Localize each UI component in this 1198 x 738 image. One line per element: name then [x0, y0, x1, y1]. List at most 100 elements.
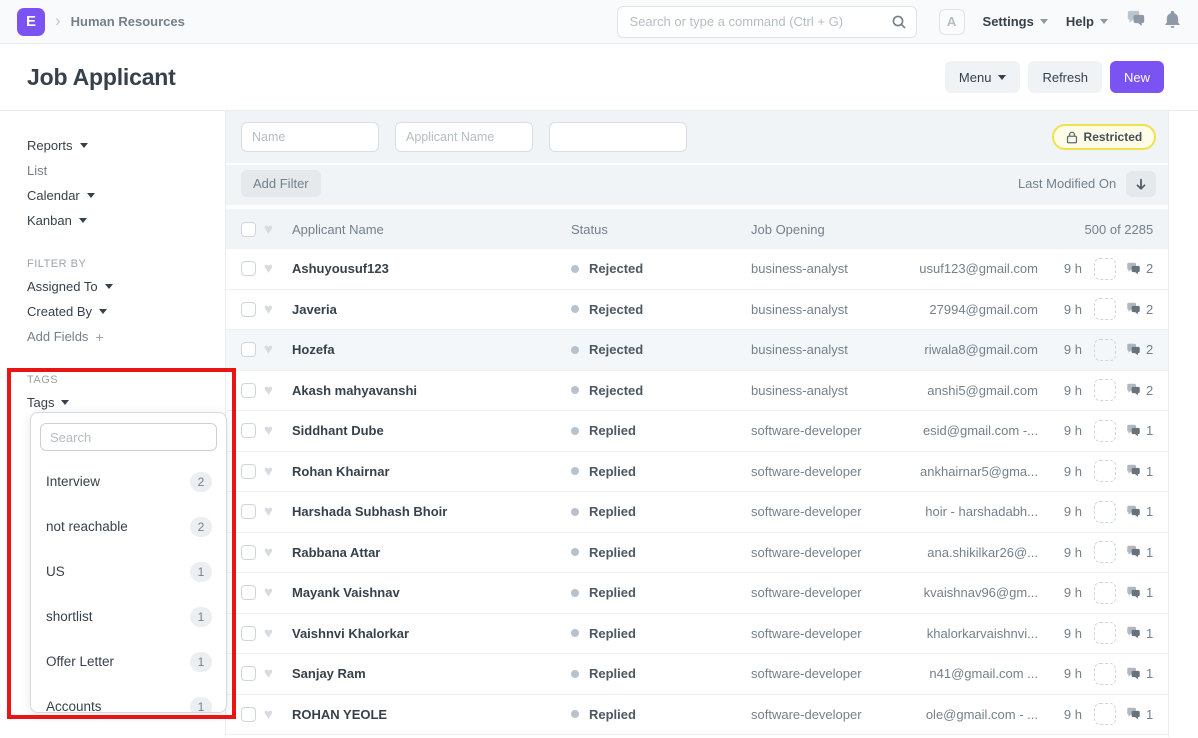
sidebar-view-list[interactable]: List [27, 158, 225, 183]
row-checkbox[interactable] [241, 302, 256, 317]
add-filter-button[interactable]: Add Filter [241, 170, 321, 197]
assignee-placeholder[interactable] [1094, 339, 1116, 361]
assignee-placeholder[interactable] [1094, 582, 1116, 604]
assignee-placeholder[interactable] [1094, 460, 1116, 482]
name-filter-input[interactable] [241, 122, 379, 152]
comment-count[interactable]: 1 [1126, 585, 1153, 600]
table-row[interactable]: ♥HozefaRejectedbusiness-analystriwala8@g… [226, 330, 1168, 371]
sidebar-filter-created-by[interactable]: Created By [27, 299, 225, 324]
sort-direction-button[interactable] [1126, 171, 1156, 197]
tags-search-input[interactable] [40, 423, 217, 451]
like-heart-icon[interactable]: ♥ [264, 423, 280, 438]
table-row[interactable]: ♥Harshada Subhash BhoirRepliedsoftware-d… [226, 492, 1168, 533]
table-row[interactable]: ♥Vaishnvi KhalorkarRepliedsoftware-devel… [226, 614, 1168, 655]
applicant-name-filter-input[interactable] [395, 122, 533, 152]
row-checkbox[interactable] [241, 504, 256, 519]
row-checkbox[interactable] [241, 545, 256, 560]
new-button[interactable]: New [1110, 61, 1164, 93]
chat-icon[interactable] [1126, 10, 1146, 33]
like-heart-icon[interactable]: ♥ [264, 383, 280, 398]
like-filter-heart-icon[interactable]: ♥ [264, 222, 280, 237]
table-row[interactable]: ♥Mayank VaishnavRepliedsoftware-develope… [226, 573, 1168, 614]
row-checkbox[interactable] [241, 383, 256, 398]
settings-menu[interactable]: Settings [983, 14, 1048, 29]
comment-count[interactable]: 1 [1126, 545, 1153, 560]
assignee-placeholder[interactable] [1094, 258, 1116, 280]
table-row[interactable]: ♥Ashuyousuf123Rejectedbusiness-analystus… [226, 249, 1168, 290]
sidebar-view-reports[interactable]: Reports [27, 133, 225, 158]
modified-time: 9 h [1046, 423, 1082, 438]
like-heart-icon[interactable]: ♥ [264, 504, 280, 519]
sort-field-label[interactable]: Last Modified On [1018, 176, 1116, 191]
status-label: Rejected [589, 342, 643, 357]
tag-item[interactable]: shortlist1 [40, 594, 217, 639]
row-checkbox[interactable] [241, 261, 256, 276]
sidebar-add-fields[interactable]: Add Fields + [27, 324, 225, 349]
global-search-input[interactable] [617, 6, 917, 38]
sidebar-filter-assigned-to[interactable]: Assigned To [27, 274, 225, 299]
table-row[interactable]: ♥Akash mahyavanshiRejectedbusiness-analy… [226, 371, 1168, 412]
comment-count[interactable]: 1 [1126, 626, 1153, 641]
table-row[interactable]: ♥Rohan KhairnarRepliedsoftware-developer… [226, 452, 1168, 493]
like-heart-icon[interactable]: ♥ [264, 464, 280, 479]
assignee-placeholder[interactable] [1094, 420, 1116, 442]
comment-count[interactable]: 1 [1126, 504, 1153, 519]
menu-button[interactable]: Menu [945, 61, 1021, 93]
like-heart-icon[interactable]: ♥ [264, 666, 280, 681]
assignee-placeholder[interactable] [1094, 501, 1116, 523]
row-checkbox[interactable] [241, 464, 256, 479]
tag-item[interactable]: Accounts1 [40, 684, 217, 713]
like-heart-icon[interactable]: ♥ [264, 707, 280, 722]
comment-count[interactable]: 2 [1126, 383, 1153, 398]
table-row[interactable]: ♥JaveriaRejectedbusiness-analyst27994@gm… [226, 290, 1168, 331]
row-checkbox[interactable] [241, 666, 256, 681]
tag-item[interactable]: US1 [40, 549, 217, 594]
row-checkbox[interactable] [241, 626, 256, 641]
table-row[interactable]: ♥Rabbana AttarRepliedsoftware-developera… [226, 533, 1168, 574]
like-heart-icon[interactable]: ♥ [264, 261, 280, 276]
assignee-placeholder[interactable] [1094, 541, 1116, 563]
assignee-placeholder[interactable] [1094, 622, 1116, 644]
sidebar-view-kanban[interactable]: Kanban [27, 208, 225, 233]
like-heart-icon[interactable]: ♥ [264, 545, 280, 560]
like-heart-icon[interactable]: ♥ [264, 626, 280, 641]
app-logo[interactable]: E [17, 8, 45, 36]
tag-item[interactable]: Interview2 [40, 459, 217, 504]
like-heart-icon[interactable]: ♥ [264, 302, 280, 317]
status-filter-input[interactable] [549, 122, 687, 152]
table-row[interactable]: ♥ROHAN YEOLERepliedsoftware-developerole… [226, 695, 1168, 736]
table-row[interactable]: ♥Sanjay RamRepliedsoftware-developern41@… [226, 654, 1168, 695]
table-row[interactable]: ♥Siddhant DubeRepliedsoftware-developere… [226, 411, 1168, 452]
assignee-placeholder[interactable] [1094, 703, 1116, 725]
notifications-bell-icon[interactable] [1164, 10, 1181, 34]
comment-count[interactable]: 2 [1126, 302, 1153, 317]
comment-count[interactable]: 1 [1126, 666, 1153, 681]
comment-count[interactable]: 1 [1126, 464, 1153, 479]
restricted-badge[interactable]: Restricted [1052, 124, 1157, 150]
help-menu[interactable]: Help [1066, 14, 1108, 29]
record-count[interactable]: 500 of 2285 [1085, 222, 1154, 237]
sidebar-view-calendar[interactable]: Calendar [27, 183, 225, 208]
sidebar-item-label: Created By [27, 304, 92, 319]
row-checkbox[interactable] [241, 423, 256, 438]
row-checkbox[interactable] [241, 342, 256, 357]
breadcrumb[interactable]: Human Resources [71, 14, 185, 29]
tag-count-badge: 1 [190, 607, 212, 627]
assignee-placeholder[interactable] [1094, 663, 1116, 685]
arrow-down-icon [1134, 177, 1148, 191]
comment-count[interactable]: 2 [1126, 342, 1153, 357]
like-heart-icon[interactable]: ♥ [264, 342, 280, 357]
avatar[interactable]: A [939, 9, 965, 35]
comment-count[interactable]: 2 [1126, 261, 1153, 276]
row-checkbox[interactable] [241, 707, 256, 722]
tag-item[interactable]: Offer Letter1 [40, 639, 217, 684]
assignee-placeholder[interactable] [1094, 298, 1116, 320]
refresh-button[interactable]: Refresh [1028, 61, 1102, 93]
assignee-placeholder[interactable] [1094, 379, 1116, 401]
like-heart-icon[interactable]: ♥ [264, 585, 280, 600]
tag-item[interactable]: not reachable2 [40, 504, 217, 549]
row-checkbox[interactable] [241, 585, 256, 600]
select-all-checkbox[interactable] [241, 222, 256, 237]
comment-count[interactable]: 1 [1126, 707, 1153, 722]
comment-count[interactable]: 1 [1126, 423, 1153, 438]
